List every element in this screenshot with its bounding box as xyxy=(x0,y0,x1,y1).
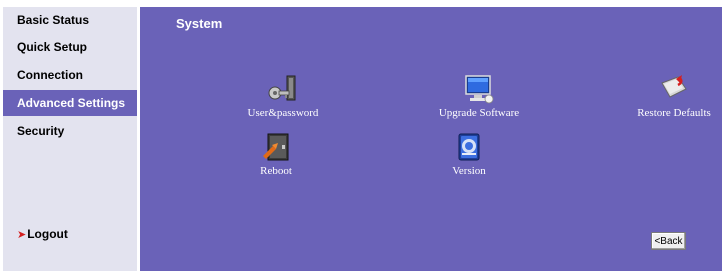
tile-upgrade-software[interactable]: Upgrade Software xyxy=(429,73,529,119)
tile-user-password[interactable]: User&password xyxy=(238,73,328,119)
logout-link[interactable]: ➤Logout xyxy=(17,227,68,241)
back-button[interactable]: <Back xyxy=(651,232,686,250)
tile-reboot-label: Reboot xyxy=(260,165,292,177)
tile-upgrade-software-label: Upgrade Software xyxy=(438,107,520,119)
monitor-icon xyxy=(465,75,494,104)
logout-label: Logout xyxy=(27,227,68,241)
page-title: System xyxy=(176,16,223,31)
main-panel: System User&password Upgrade Software Re… xyxy=(140,7,722,271)
tile-restore-defaults[interactable]: Restore Defaults xyxy=(626,73,722,119)
version-icon xyxy=(458,133,480,161)
key-icon xyxy=(268,75,296,101)
sidebar-item-connection[interactable]: Connection xyxy=(3,62,137,88)
sidebar-item-security[interactable]: Security xyxy=(3,118,137,144)
tile-reboot[interactable]: Reboot xyxy=(246,131,306,177)
tile-restore-defaults-label: Restore Defaults xyxy=(637,107,711,119)
sidebar: Basic Status Quick Setup Connection Adva… xyxy=(3,7,137,271)
tile-version-label: Version xyxy=(452,165,486,177)
reboot-icon xyxy=(263,133,289,161)
tile-version[interactable]: Version xyxy=(439,131,499,177)
tile-user-password-label: User&password xyxy=(247,107,319,119)
logout-arrow-icon: ➤ xyxy=(17,229,27,241)
sidebar-item-advanced-settings[interactable]: Advanced Settings xyxy=(3,90,137,116)
sidebar-item-basic-status[interactable]: Basic Status xyxy=(3,7,137,33)
restore-icon xyxy=(661,75,687,98)
sidebar-item-quick-setup[interactable]: Quick Setup xyxy=(3,34,137,60)
